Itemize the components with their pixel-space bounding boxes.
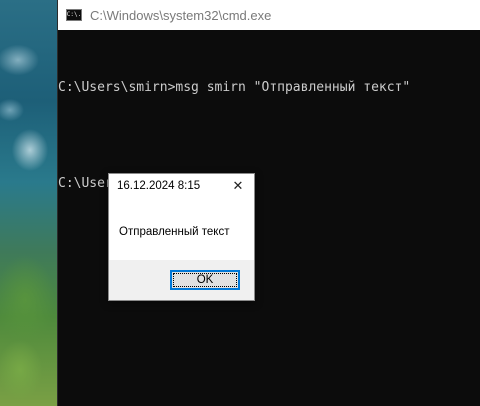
message-box-dialog[interactable]: 16.12.2024 8:15 ✕ Отправленный текст OK — [108, 173, 255, 301]
desktop-wallpaper — [0, 0, 57, 406]
console-line: C:\Users\smirn>msg smirn "Отправленный т… — [58, 80, 411, 95]
window-title: C:\Windows\system32\cmd.exe — [90, 7, 272, 23]
screen: C:\. C:\Windows\system32\cmd.exe C:\User… — [0, 0, 480, 406]
dialog-button-bar: OK — [109, 260, 254, 300]
close-icon[interactable]: ✕ — [230, 178, 246, 194]
ok-button[interactable]: OK — [170, 270, 240, 290]
console-app-icon: C:\. — [66, 9, 82, 21]
dialog-title: 16.12.2024 8:15 — [117, 180, 201, 192]
ok-button-label: OK — [196, 274, 214, 286]
dialog-message: Отправленный текст — [119, 226, 230, 238]
cmd-titlebar[interactable]: C:\. C:\Windows\system32\cmd.exe — [58, 0, 480, 30]
